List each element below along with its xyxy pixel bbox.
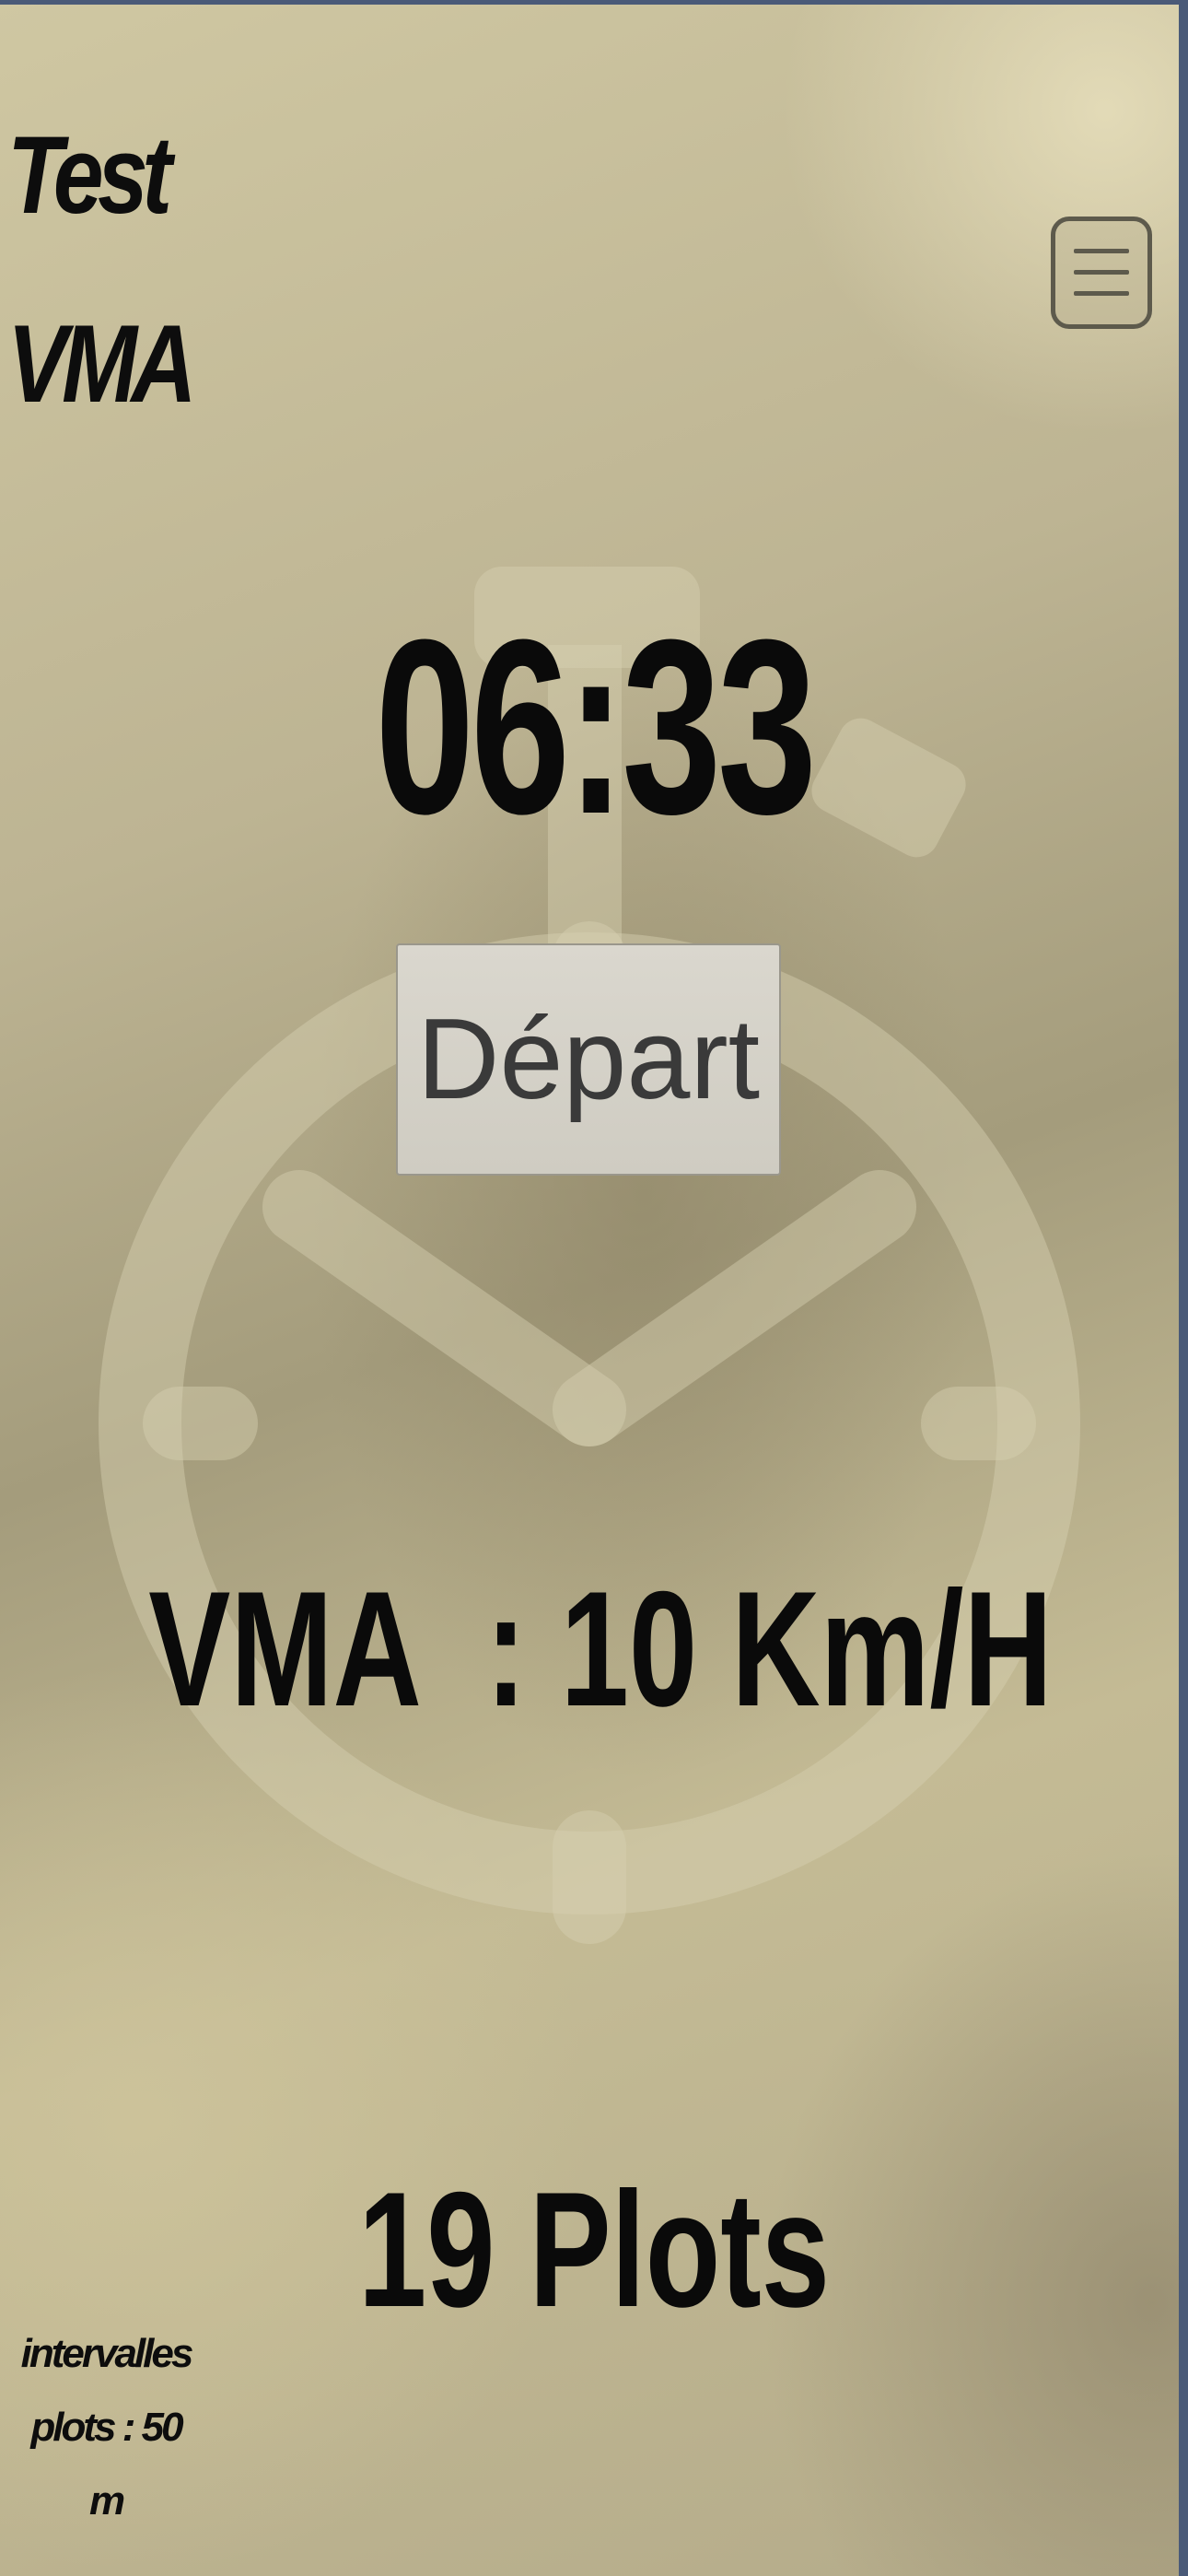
- app-title-line-2: VMA: [7, 302, 197, 426]
- plots-count: 19 Plots: [358, 2158, 830, 2341]
- window-top-border: [0, 0, 1188, 5]
- vma-result: VMA : 10 Km/H: [148, 1557, 1053, 1740]
- start-button[interactable]: Départ: [396, 943, 781, 1176]
- interval-info: intervalles plots : 50 m: [0, 2317, 212, 2538]
- menu-button[interactable]: [1051, 217, 1152, 329]
- window-right-border: [1179, 0, 1188, 2576]
- interval-info-line-1: intervalles: [20, 2331, 194, 2376]
- interval-info-line-3: m: [88, 2478, 125, 2523]
- app-title: Test VMA: [7, 81, 204, 459]
- app-title-line-1: Test: [7, 113, 172, 237]
- interval-info-line-2: plots : 50: [30, 2405, 183, 2450]
- timer-display: 06:33: [375, 589, 817, 866]
